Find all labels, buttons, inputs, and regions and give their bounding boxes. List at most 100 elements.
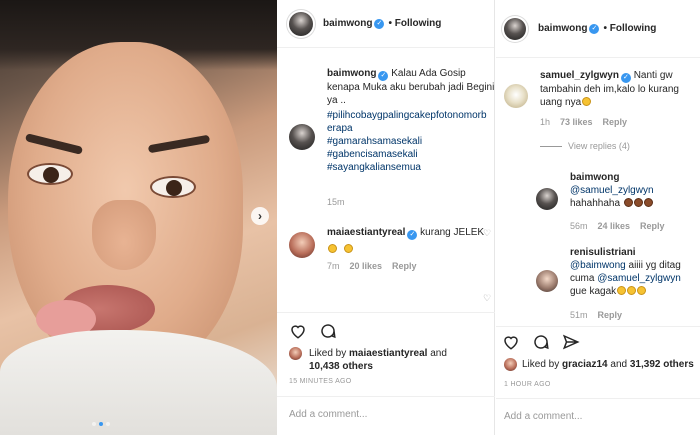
action-bar	[502, 333, 580, 351]
crying-emoji-icon	[627, 286, 637, 295]
view-replies-button[interactable]: View replies (4)	[568, 141, 630, 151]
liked-by-user[interactable]: graciaz14	[562, 359, 608, 370]
shirt	[0, 330, 277, 435]
add-comment-input[interactable]: Add a comment...	[289, 409, 367, 420]
reply-button[interactable]: Reply	[603, 117, 628, 127]
comment-text: cuma	[570, 273, 598, 284]
avatar[interactable]	[289, 232, 315, 258]
hashtag-link[interactable]: #pilihcobaygpalingcakepfotonomorb	[327, 109, 495, 122]
comment: samuel_zylgwyn ✓ Nanti gw tambahin deh im…	[540, 69, 700, 109]
bear-emoji-icon	[643, 198, 653, 207]
verified-icon: ✓	[378, 71, 389, 81]
avatar[interactable]	[504, 84, 528, 108]
comment-text: tambahin deh im,kalo lo kurang	[540, 84, 679, 95]
comment-meta: 7m 20 likes Reply	[327, 261, 417, 271]
comment-time: 7m	[327, 261, 340, 271]
crying-emoji-icon	[582, 97, 592, 106]
divider	[496, 398, 700, 399]
hashtag-link[interactable]: erapa	[327, 122, 495, 135]
avatar[interactable]	[289, 347, 302, 360]
avatar[interactable]	[504, 358, 517, 371]
carousel-dot	[92, 422, 96, 426]
add-comment-input[interactable]: Add a comment...	[504, 411, 582, 422]
header-username[interactable]: baimwong	[323, 18, 372, 29]
header-username[interactable]: baimwong	[538, 23, 587, 34]
left-eye	[27, 163, 73, 185]
comment-text: Nanti gw	[633, 70, 673, 81]
heart-icon[interactable]	[502, 333, 520, 351]
comment-likes[interactable]: 73 likes	[560, 117, 593, 127]
bear-emoji-icon	[623, 198, 633, 207]
caption-line-1: baimwong ✓ Kalau Ada Gosip kenapa Muka ak…	[327, 67, 495, 107]
comment-text: kurang JELEK	[420, 227, 485, 238]
comment-username[interactable]: samuel_zylgwyn	[540, 70, 619, 81]
reply-button[interactable]: Reply	[640, 221, 665, 231]
comment-text: hahahhaha	[570, 198, 621, 209]
carousel-dots	[92, 422, 110, 426]
liked-by-user[interactable]: maiaestiantyreal	[349, 348, 427, 359]
comment-time: 51m	[570, 310, 588, 320]
mention-link[interactable]: @baimwong	[570, 260, 626, 271]
comment-icon[interactable]	[319, 322, 337, 340]
hashtag-link[interactable]: #sayangkaliansemua	[327, 161, 495, 174]
comment-emojis	[327, 243, 487, 256]
mention-link[interactable]: @samuel_zylgwyn	[597, 273, 681, 284]
post-panel-2: baimwong ✓ • Following samuel_zylgwyn ✓ N…	[496, 0, 700, 435]
next-arrow-icon[interactable]: ›	[251, 207, 269, 225]
caption-username[interactable]: baimwong	[327, 68, 376, 79]
action-bar	[289, 322, 337, 340]
bear-emoji-icon	[633, 198, 643, 207]
comment-time: 1h	[540, 117, 551, 127]
crying-emoji-icon	[617, 286, 627, 295]
post-timestamp: 1 HOUR AGO	[504, 381, 551, 388]
avatar[interactable]	[504, 17, 526, 40]
comment-icon[interactable]	[532, 333, 550, 351]
hashtags: #pilihcobaygpalingcakepfotonomorb erapa …	[327, 109, 495, 174]
liked-by-and: and	[607, 359, 630, 370]
share-icon[interactable]	[562, 333, 580, 351]
hashtag-link[interactable]: #gabencisamasekali	[327, 148, 495, 161]
comment-meta: 51m Reply	[570, 310, 622, 320]
avatar[interactable]	[536, 188, 558, 210]
liked-by-prefix: Liked by	[309, 348, 350, 359]
comment: baimwong @samuel_zylgwyn hahahhaha	[570, 171, 700, 210]
hashtag-link[interactable]: #gamarahsamasekali	[327, 135, 495, 148]
verified-icon: ✓	[589, 23, 600, 34]
comment-likes[interactable]: 24 likes	[598, 221, 631, 231]
liked-by-prefix: Liked by	[522, 359, 563, 370]
comment-username[interactable]: baimwong	[570, 172, 619, 183]
liked-by-and: and	[427, 348, 447, 359]
post-panel-1: baimwong ✓ • Following baimwong ✓ Kalau A…	[277, 0, 495, 435]
comment-username[interactable]: renisulistriani	[570, 247, 636, 258]
comment-text: gue kagak	[570, 286, 617, 297]
following-button[interactable]: • Following	[603, 23, 656, 34]
comment-likes[interactable]: 20 likes	[350, 261, 383, 271]
view-replies-line	[540, 146, 562, 147]
comment-username[interactable]: maiaestiantyreal	[327, 227, 405, 238]
comment: renisulistriani @baimwong aiiii yg ditag…	[570, 246, 700, 298]
liked-by: Liked by graciaz14 and 31,392 others	[522, 358, 700, 371]
liked-by-others[interactable]: 31,392 others	[630, 359, 694, 370]
post-header: baimwong ✓ • Following	[277, 0, 494, 48]
comment-time: 56m	[570, 221, 588, 231]
reply-button[interactable]: Reply	[598, 310, 623, 320]
avatar[interactable]	[289, 11, 313, 36]
heart-icon[interactable]	[289, 322, 307, 340]
verified-icon: ✓	[407, 230, 418, 240]
avatar[interactable]	[289, 124, 315, 150]
divider	[277, 396, 495, 397]
verified-icon: ✓	[374, 18, 385, 29]
mention-link[interactable]: @samuel_zylgwyn	[570, 185, 654, 196]
reply-button[interactable]: Reply	[392, 261, 417, 271]
comment-like-icon[interactable]: ♡	[483, 228, 491, 239]
following-button[interactable]: • Following	[388, 18, 441, 29]
comment-meta: 1h 73 likes Reply	[540, 117, 627, 127]
liked-by-others[interactable]: 10,438 others	[309, 361, 373, 372]
avatar[interactable]	[536, 270, 558, 292]
post-photo[interactable]: ›	[0, 0, 277, 435]
comment-like-icon[interactable]: ♡	[483, 293, 491, 304]
divider	[277, 312, 495, 313]
carousel-dot-active	[99, 422, 103, 426]
nose	[92, 200, 156, 270]
crying-emoji-icon	[343, 244, 353, 253]
